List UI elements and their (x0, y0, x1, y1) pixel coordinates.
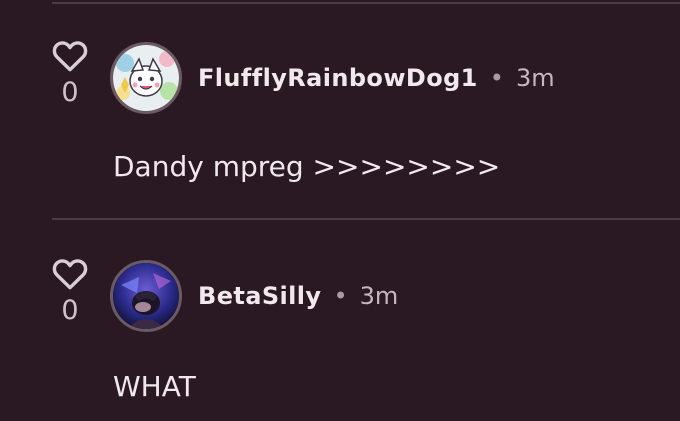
username[interactable]: BetaSilly (198, 282, 321, 310)
like-column: 0 (50, 38, 90, 108)
avatar[interactable] (110, 260, 182, 332)
comment-text: Dandy mpreg >>>>>>>> (113, 150, 501, 183)
comment-meta: BetaSilly • 3m (198, 276, 398, 316)
avatar-image (113, 263, 179, 329)
username[interactable]: FlufflyRainbowDog1 (198, 64, 478, 92)
like-column: 0 (50, 256, 90, 326)
timestamp: 3m (515, 64, 555, 92)
avatar[interactable] (110, 42, 182, 114)
comment-meta: FlufflyRainbowDog1 • 3m (198, 58, 555, 98)
divider (52, 2, 680, 4)
separator-dot: • (333, 282, 348, 310)
separator-dot: • (489, 64, 504, 92)
like-count: 0 (61, 295, 79, 326)
avatar-image (113, 45, 179, 111)
heart-icon[interactable] (51, 38, 89, 72)
timestamp: 3m (359, 282, 399, 310)
divider (52, 218, 680, 220)
like-count: 0 (61, 77, 79, 108)
heart-icon[interactable] (51, 256, 89, 290)
comment-text: WHAT (113, 370, 196, 403)
